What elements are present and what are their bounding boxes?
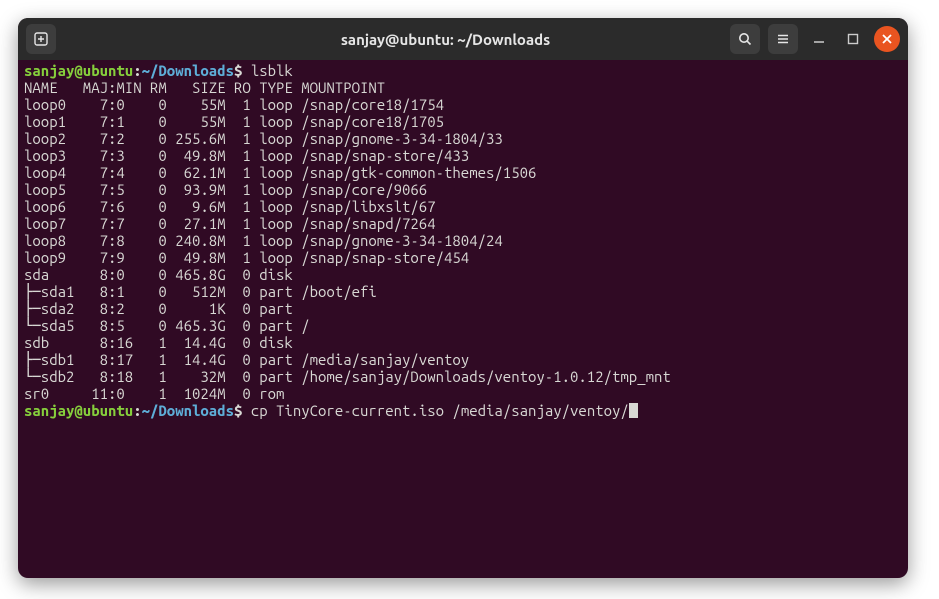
command-1: lsblk <box>251 62 293 79</box>
table-row: ├─sdb1 8:17 1 14.4G 0 part /media/sanjay… <box>24 351 469 368</box>
prompt-path: ~/Downloads <box>142 62 234 79</box>
table-row: loop6 7:6 0 9.6M 1 loop /snap/libxslt/67 <box>24 198 436 215</box>
table-row: loop4 7:4 0 62.1M 1 loop /snap/gtk-commo… <box>24 164 536 181</box>
prompt-path: ~/Downloads <box>142 402 234 419</box>
prompt-user: sanjay@ubuntu <box>24 62 133 79</box>
table-row: ├─sda2 8:2 0 1K 0 part <box>24 300 301 317</box>
table-row: loop3 7:3 0 49.8M 1 loop /snap/snap-stor… <box>24 147 469 164</box>
table-row: sda 8:0 0 465.8G 0 disk <box>24 266 301 283</box>
table-row: loop8 7:8 0 240.8M 1 loop /snap/gnome-3-… <box>24 232 503 249</box>
titlebar: sanjay@ubuntu: ~/Downloads <box>18 18 908 60</box>
search-button[interactable] <box>730 24 760 54</box>
command-2: cp TinyCore-current.iso /media/sanjay/ve… <box>251 402 629 419</box>
table-row: └─sda5 8:5 0 465.3G 0 part / <box>24 317 310 334</box>
cursor <box>629 403 638 418</box>
table-row: loop5 7:5 0 93.9M 1 loop /snap/core/9066 <box>24 181 427 198</box>
terminal-body[interactable]: sanjay@ubuntu:~/Downloads$ lsblk NAME MA… <box>18 60 908 578</box>
window-title: sanjay@ubuntu: ~/Downloads <box>186 31 705 48</box>
prompt-dollar: $ <box>234 402 251 419</box>
menu-button[interactable] <box>768 24 798 54</box>
prompt-dollar: $ <box>234 62 251 79</box>
prompt-colon: : <box>133 402 141 419</box>
table-row: loop7 7:7 0 27.1M 1 loop /snap/snapd/726… <box>24 215 436 232</box>
table-row: loop0 7:0 0 55M 1 loop /snap/core18/1754 <box>24 96 444 113</box>
terminal-window: sanjay@ubuntu: ~/Downloads <box>18 18 908 578</box>
minimize-button[interactable] <box>806 26 832 52</box>
table-row: └─sdb2 8:18 1 32M 0 part /home/sanjay/Do… <box>24 368 671 385</box>
prompt-user: sanjay@ubuntu <box>24 402 133 419</box>
table-row: loop9 7:9 0 49.8M 1 loop /snap/snap-stor… <box>24 249 469 266</box>
lsblk-header: NAME MAJ:MIN RM SIZE RO TYPE MOUNTPOINT <box>24 79 385 96</box>
table-row: loop2 7:2 0 255.6M 1 loop /snap/gnome-3-… <box>24 130 503 147</box>
new-tab-button[interactable] <box>26 24 56 54</box>
close-button[interactable] <box>874 26 900 52</box>
table-row: sdb 8:16 1 14.4G 0 disk <box>24 334 301 351</box>
prompt-colon: : <box>133 62 141 79</box>
table-row: loop1 7:1 0 55M 1 loop /snap/core18/1705 <box>24 113 444 130</box>
table-row: sr0 11:0 1 1024M 0 rom <box>24 385 301 402</box>
maximize-button[interactable] <box>840 26 866 52</box>
table-row: ├─sda1 8:1 0 512M 0 part /boot/efi <box>24 283 377 300</box>
